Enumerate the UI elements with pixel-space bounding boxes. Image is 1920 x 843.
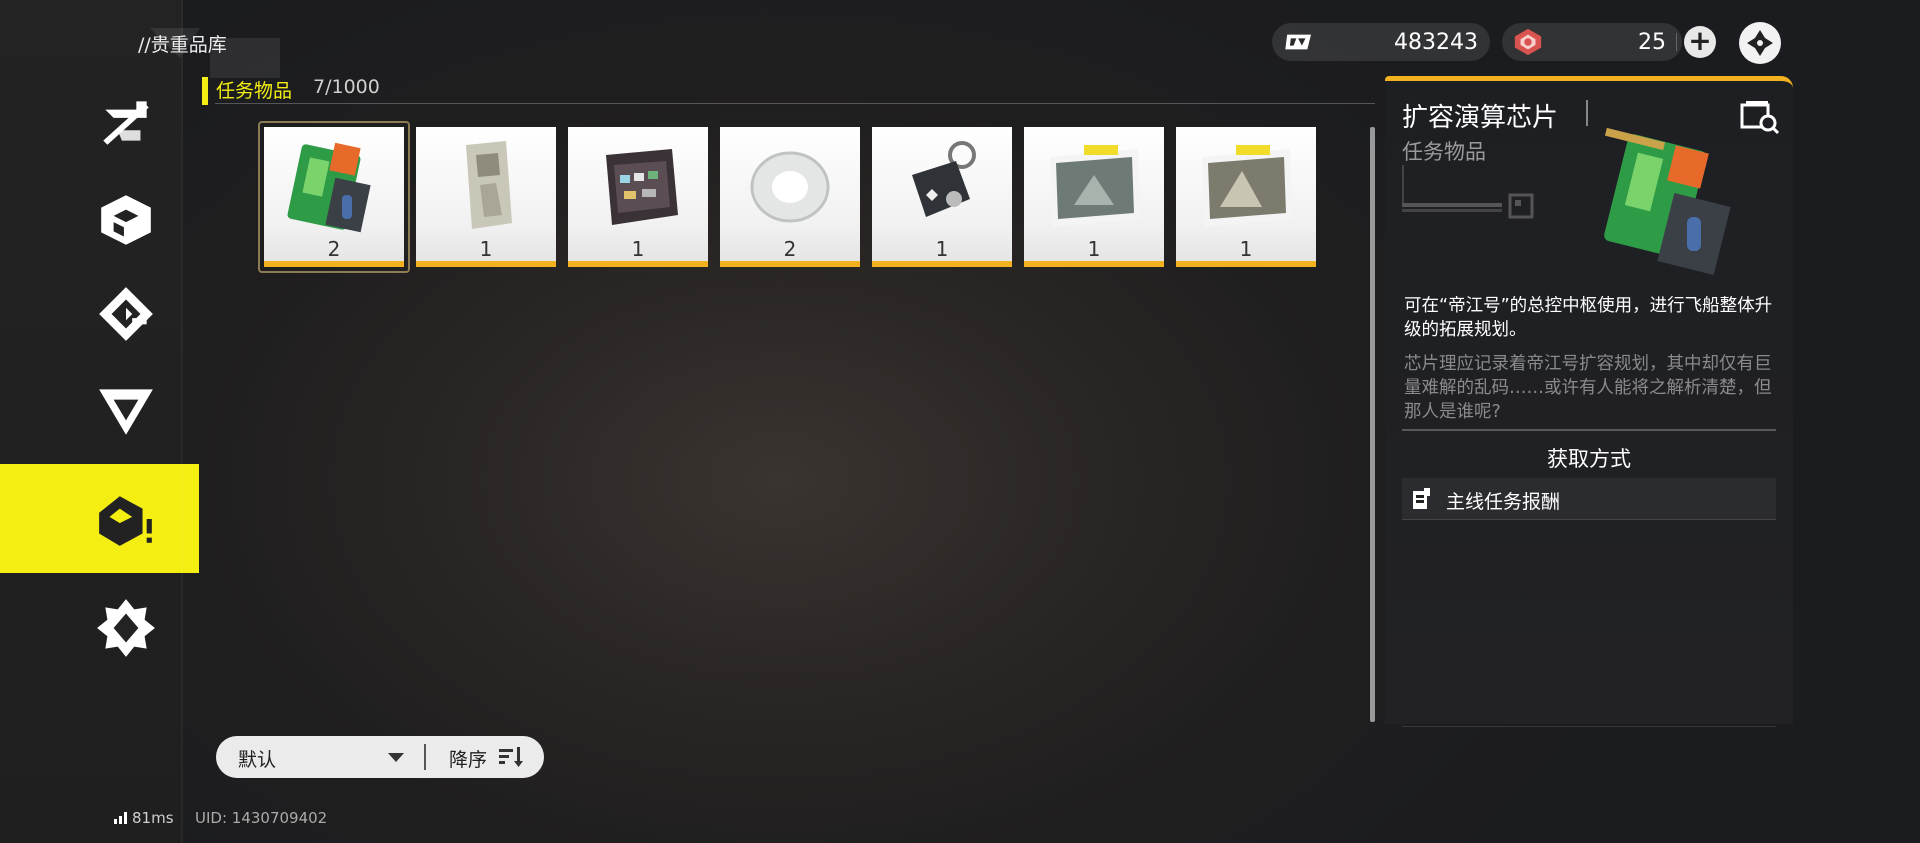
detail-lore: 芯片理应记录着帝江号扩容规划，其中却仅有巨量难解的乱码……或许有人能将之解析清楚… [1404, 354, 1772, 422]
gear-cog-icon [97, 599, 155, 657]
nav-item-1[interactable] [0, 74, 183, 170]
item-qty: 1 [631, 237, 645, 261]
chevron-down-icon[interactable] [388, 753, 404, 762]
detail-panel: 扩容演算芯片 任务物品 可在“帝江号”的总控中枢使用，进行飞船整体升级的拓展规划… [1385, 76, 1793, 727]
triangle-icon [99, 389, 153, 435]
signal-icon [114, 812, 127, 824]
acquire-source-row[interactable]: 主线任务报酬 [1402, 478, 1776, 520]
add-currency-button[interactable]: + [1684, 26, 1716, 58]
close-icon [1747, 30, 1773, 56]
slash-pen-icon [103, 101, 149, 145]
detail-divider [1402, 429, 1776, 431]
section-count: 7/1000 [313, 76, 380, 98]
section-title: 任务物品 [216, 80, 293, 102]
currency-divider [1676, 33, 1677, 51]
currency-primary-value: 483243 [1394, 30, 1478, 55]
inspect-icon[interactable] [1740, 99, 1780, 135]
currency-secondary: 25 [1502, 23, 1682, 61]
quest-icon [1413, 488, 1430, 509]
rarity-bar [264, 261, 404, 267]
scrollbar[interactable] [1370, 127, 1375, 722]
rarity-bar [568, 261, 708, 267]
detail-bottom-line [1402, 726, 1776, 727]
detail-item-type: 任务物品 [1402, 140, 1486, 164]
rarity-bar [720, 261, 860, 267]
photo-icon [1050, 145, 1140, 227]
scroll-icon [466, 141, 512, 229]
item-card[interactable]: 1 [872, 127, 1012, 267]
acquire-source-label: 主线任务报酬 [1446, 491, 1561, 513]
item-qty: 2 [783, 237, 797, 261]
currency-secondary-value: 25 [1638, 30, 1666, 55]
sort-separator [424, 744, 426, 770]
item-qty: 2 [327, 237, 341, 261]
item-qty: 1 [1239, 237, 1253, 261]
chip-icon [287, 142, 371, 233]
sidebar [0, 0, 199, 843]
rarity-bar [1176, 261, 1316, 267]
section-divider [215, 103, 1375, 104]
box-alert-icon [99, 495, 152, 546]
item-card[interactable]: 1 [416, 127, 556, 267]
detail-item-art [1604, 127, 1731, 275]
item-card[interactable]: 1 [568, 127, 708, 267]
rarity-bar [872, 261, 1012, 267]
currency-primary: 483243 [1272, 23, 1490, 61]
cube-icon [101, 195, 151, 245]
sort-bar: 默认 降序 [216, 736, 544, 778]
ping-value: 81ms [132, 809, 174, 827]
section-accent-bar [202, 77, 208, 105]
close-button[interactable] [1739, 22, 1781, 64]
gem-icon [99, 287, 153, 341]
case-icon [606, 149, 678, 225]
item-card[interactable]: 1 [1024, 127, 1164, 267]
sort-dropdown[interactable]: 默认 [238, 745, 276, 772]
detail-name-separator [1586, 100, 1588, 126]
item-qty: 1 [935, 237, 949, 261]
item-card[interactable]: 1 [1176, 127, 1316, 267]
item-card[interactable]: 2 [258, 121, 410, 273]
ring-icon [750, 151, 830, 223]
crystal-icon [1514, 28, 1542, 56]
sort-order-icon[interactable] [499, 747, 523, 767]
item-qty: 1 [1087, 237, 1101, 261]
photo-icon [1202, 145, 1292, 227]
rarity-bar [416, 261, 556, 267]
barcode-deco-icon [1402, 165, 1534, 219]
uid-label: UID: 1430709402 [195, 809, 328, 827]
keychain-icon [912, 141, 976, 217]
sort-order-toggle[interactable]: 降序 [449, 745, 487, 772]
nav-item-4[interactable] [0, 362, 183, 458]
acquire-title: 获取方式 [1547, 447, 1631, 471]
detail-description: 可在“帝江号”的总控中枢使用，进行飞船整体升级的拓展规划。 [1404, 296, 1773, 340]
item-qty: 1 [479, 237, 493, 261]
detail-item-name: 扩容演算芯片 [1402, 103, 1559, 133]
nav-item-2[interactable] [0, 172, 183, 268]
ping-indicator: 81ms [114, 809, 174, 827]
nav-item-6[interactable] [0, 580, 183, 676]
rarity-bar [1024, 261, 1164, 267]
coin-icon [1285, 34, 1311, 50]
page-title: //贵重品库 [138, 34, 227, 56]
item-card[interactable]: 2 [720, 127, 860, 267]
nav-item-3[interactable] [0, 266, 183, 362]
nav-item-5[interactable] [0, 464, 199, 573]
